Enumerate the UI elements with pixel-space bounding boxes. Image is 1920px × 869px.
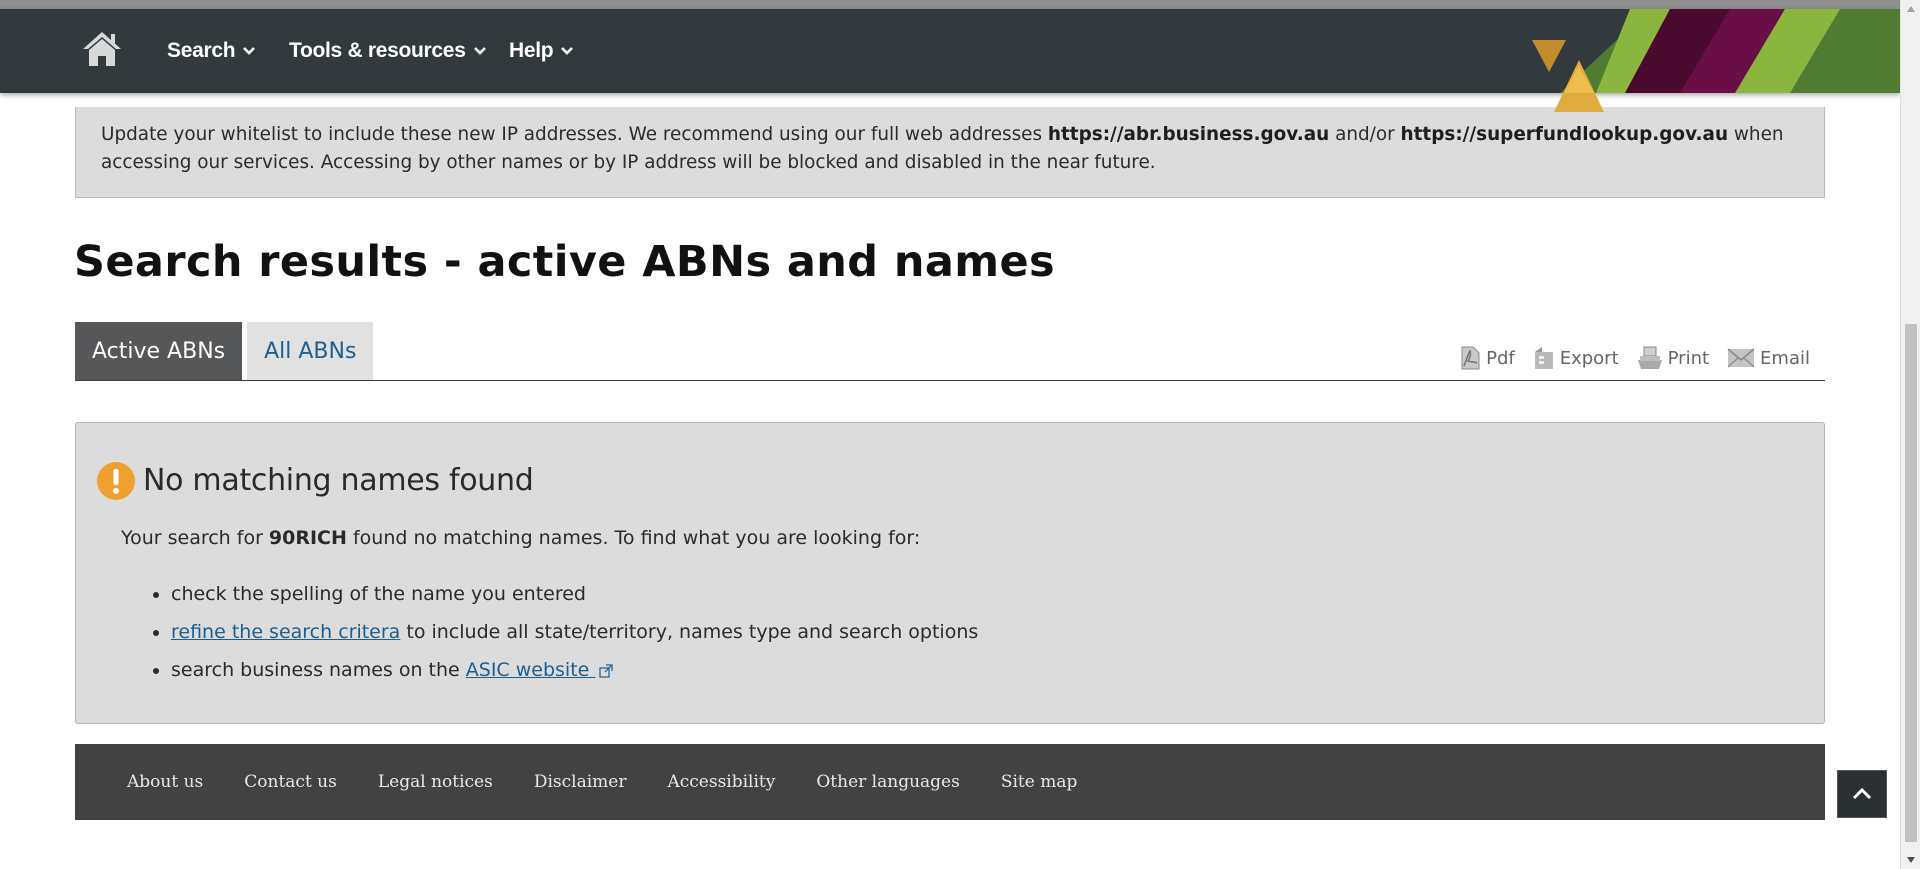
print-icon [1637,346,1662,369]
footer-link-site-map[interactable]: Site map [1001,772,1078,792]
footer-link-about-us[interactable]: About us [127,772,203,792]
back-to-top-button[interactable] [1837,770,1887,818]
ip-whitelist-notice: Update your whitelist to include these n… [75,107,1825,198]
caret-up-icon [1907,6,1915,12]
scroll-up-arrow[interactable] [1901,0,1920,18]
tab-divider [75,380,1825,381]
print-link[interactable]: Print [1637,346,1709,370]
vertical-scrollbar[interactable] [1900,0,1920,869]
notice-domain-superfund: https://superfundlookup.gov.au [1400,124,1729,145]
nav-search[interactable]: Search [167,37,257,65]
scroll-down-arrow[interactable] [1901,851,1920,869]
home-button[interactable] [80,29,124,69]
nav-tools-resources-label: Tools & resources [289,39,466,62]
export-label: Export [1559,347,1619,369]
email-link[interactable]: Email [1727,347,1810,369]
caret-down-icon [1907,857,1915,863]
chevron-down-icon [243,47,256,55]
site-footer: About us Contact us Legal notices Discla… [75,744,1825,820]
external-link-icon [599,663,613,678]
chevron-down-icon [473,47,486,55]
chevron-down-icon [561,47,574,55]
results-tabs: Active ABNs All ABNs [75,322,374,380]
exclamation-circle-icon [97,462,135,500]
asic-website-link[interactable]: ASIC website [466,659,596,681]
no-results-panel: No matching names found Your search for … [75,422,1825,724]
nav-tools-resources[interactable]: Tools & resources [289,37,488,65]
site-header: Search Tools & resources Help [0,9,1900,112]
suggestion-check-spelling: check the spelling of the name you enter… [171,583,586,605]
nav-help-label: Help [509,39,554,62]
footer-link-disclaimer[interactable]: Disclaimer [534,772,627,792]
refine-search-link[interactable]: refine the search critera [171,621,400,643]
tab-all-abns[interactable]: All ABNs [247,322,374,380]
home-icon [83,32,121,66]
page: Search Tools & resources Help Update you… [0,0,1900,869]
scrollbar-thumb[interactable] [1905,324,1917,842]
export-icon [1534,347,1553,369]
tab-active-abns[interactable]: Active ABNs [75,322,243,380]
footer-link-legal-notices[interactable]: Legal notices [378,772,493,792]
nav-search-label: Search [167,39,236,62]
search-term: 90RICH [268,527,347,549]
result-actions: Pdf Export Print Email [1459,346,1810,370]
list-item: search business names on the ASIC websit… [171,651,978,689]
pdf-label: Pdf [1486,347,1515,369]
notice-text-1: Update your whitelist to include these n… [101,124,1048,145]
list-item: refine the search critera to include all… [171,613,978,651]
page-title: Search results - active ABNs and names [74,237,1056,287]
footer-link-accessibility[interactable]: Accessibility [667,772,775,792]
no-results-heading: No matching names found [143,463,534,498]
notice-domain-abr: https://abr.business.gov.au [1047,124,1330,145]
print-label: Print [1667,347,1710,369]
notice-text-2: and/or [1329,124,1401,145]
footer-link-other-languages[interactable]: Other languages [816,772,959,792]
pdf-icon [1461,346,1480,370]
message-prefix: Your search for [121,527,269,549]
suggestion-refine-rest: to include all state/territory, names ty… [400,621,979,643]
email-label: Email [1760,347,1810,369]
no-results-message: Your search for 90RICH found no matching… [121,527,920,549]
suggestion-asic-prefix: search business names on the [171,659,466,681]
envelope-icon [1727,348,1755,368]
pdf-link[interactable]: Pdf [1459,346,1515,370]
brand-decoration [1532,9,1900,112]
chevron-up-icon [1852,787,1872,800]
suggestion-list: check the spelling of the name you enter… [121,575,978,689]
export-link[interactable]: Export [1533,346,1619,370]
nav-help[interactable]: Help [509,37,575,65]
footer-link-contact-us[interactable]: Contact us [244,772,337,792]
message-suffix: found no matching names. To find what yo… [346,527,921,549]
list-item: check the spelling of the name you enter… [171,575,978,613]
